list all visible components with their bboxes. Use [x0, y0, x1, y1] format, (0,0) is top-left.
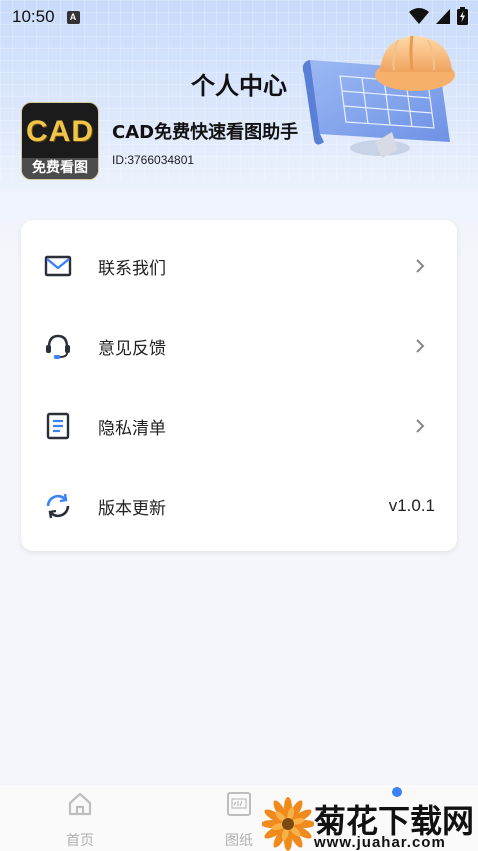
- logo-text: CAD: [26, 115, 94, 148]
- menu-item-privacy-list[interactable]: 隐私清单: [21, 386, 457, 466]
- status-bar: 10:50 A: [0, 0, 478, 34]
- status-indicators: [409, 7, 468, 25]
- menu-label-contact-us: 联系我们: [98, 258, 166, 279]
- nav-label-home: 首页: [66, 833, 94, 849]
- watermark: 菊花下载网 www.juahar.com: [262, 796, 478, 851]
- menu-label-privacy-list: 隐私清单: [98, 418, 166, 439]
- signal-icon: [436, 9, 450, 24]
- version-number: v1.0.1: [388, 496, 435, 515]
- status-time: 10:50: [12, 7, 55, 26]
- menu-item-version-update[interactable]: 版本更新 v1.0.1: [21, 466, 457, 546]
- headset-icon: [46, 334, 70, 359]
- menu-label-feedback: 意见反馈: [98, 338, 166, 359]
- wifi-icon: [409, 8, 429, 24]
- chrysanthemum-logo-icon: [262, 797, 314, 851]
- battery-icon: [457, 7, 468, 25]
- page-title: 个人中心: [191, 72, 287, 100]
- cad-drawing-icon: [227, 792, 251, 816]
- menu-label-version-update: 版本更新: [98, 498, 166, 519]
- menu-card: 联系我们 意见反馈 隐私清单 版本更新 v1.0.1: [21, 220, 457, 551]
- menu-item-feedback[interactable]: 意见反馈: [21, 306, 457, 386]
- home-icon: [68, 792, 92, 816]
- nav-item-home[interactable]: 首页: [40, 785, 120, 851]
- status-badge-icon: A: [66, 10, 80, 24]
- app-logo: CAD 免费看图: [21, 102, 99, 180]
- chevron-right-icon: [416, 259, 425, 273]
- logo-caption: 免费看图: [22, 158, 98, 179]
- chevron-right-icon: [416, 339, 425, 353]
- watermark-url: www.juahar.com: [314, 834, 446, 851]
- refresh-icon: [46, 493, 70, 519]
- document-list-icon: [46, 412, 70, 440]
- chevron-right-icon: [416, 419, 425, 433]
- user-id: ID:3766034801: [112, 153, 195, 167]
- app-name: CAD免费快速看图助手: [112, 122, 299, 143]
- menu-item-contact-us[interactable]: 联系我们: [21, 226, 457, 306]
- mail-icon: [44, 255, 72, 277]
